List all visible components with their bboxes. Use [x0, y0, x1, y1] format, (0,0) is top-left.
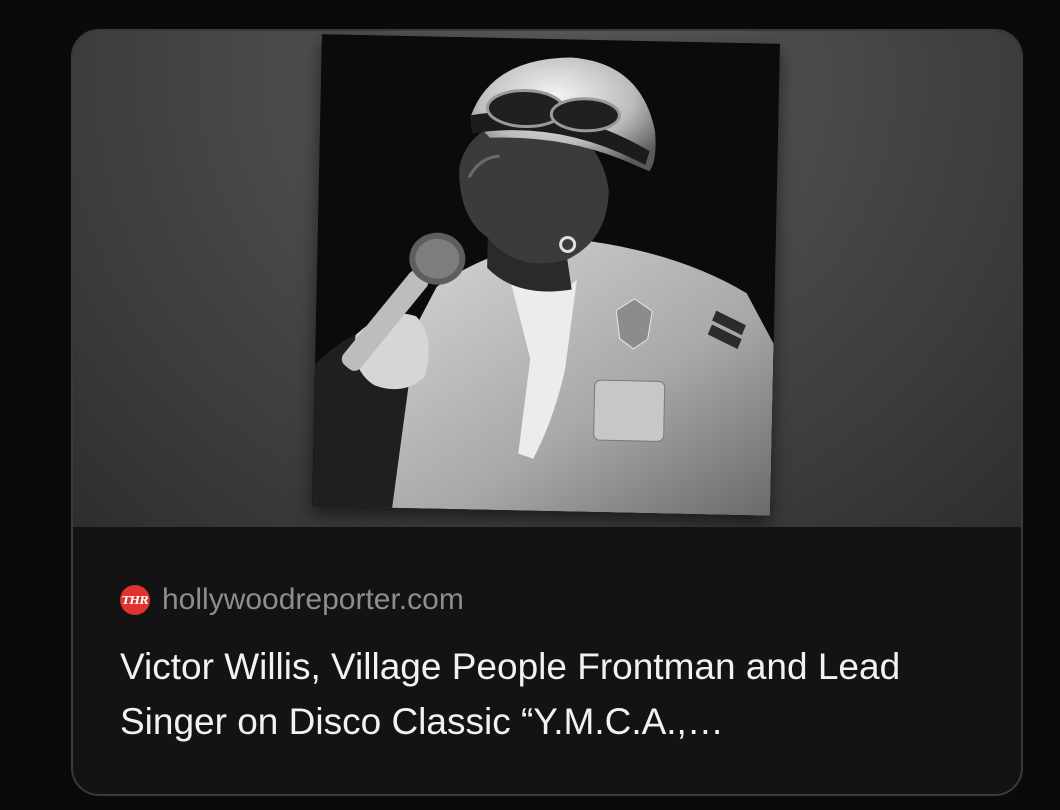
article-photo: [312, 34, 780, 516]
source-row: THR hollywoodreporter.com: [120, 584, 464, 616]
logo-text: THR: [121, 593, 149, 607]
article-headline: Victor Willis, Village People Frontman a…: [120, 646, 901, 742]
preview-meta: THR hollywoodreporter.com Victor Willis,…: [73, 527, 1021, 794]
thr-logo-icon: THR: [120, 585, 150, 615]
preview-image-area[interactable]: [73, 31, 1021, 527]
link-preview-card[interactable]: THR hollywoodreporter.com Victor Willis,…: [71, 29, 1023, 796]
source-domain: hollywoodreporter.com: [162, 583, 464, 616]
